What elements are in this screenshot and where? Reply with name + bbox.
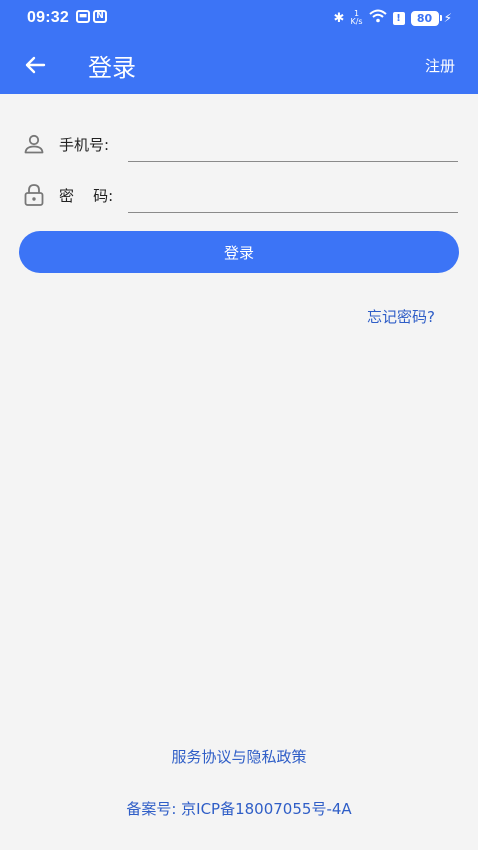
navigation-bar: 登录 注册 <box>0 36 478 94</box>
password-input[interactable] <box>128 177 458 213</box>
back-arrow-icon[interactable] <box>20 50 50 80</box>
speed-unit: K/s <box>350 17 363 26</box>
top-bar: 09:32 ▬ N ✱ 1 K/s ! 80 ⚡ 登录 注册 <box>0 0 478 94</box>
nfc-icon: N <box>93 10 107 23</box>
icp-record: 备案号: 京ICP备18007055号-4A <box>126 800 352 818</box>
wifi-icon <box>368 9 387 27</box>
privacy-agreement-link[interactable]: 服务协议与隐私政策 <box>0 746 478 767</box>
lock-icon <box>22 183 46 207</box>
bluetooth-icon: ✱ <box>333 10 345 26</box>
status-left-icons: ▬ N <box>76 10 107 23</box>
phone-row: 手机号: <box>0 126 478 166</box>
network-speed: 1 K/s <box>350 10 362 26</box>
user-icon <box>22 132 46 156</box>
forgot-password-link[interactable]: 忘记密码? <box>367 306 435 327</box>
login-button[interactable]: 登录 <box>19 231 459 273</box>
status-right-icons: ✱ 1 K/s ! 80 ⚡ <box>334 9 452 27</box>
register-link[interactable]: 注册 <box>425 55 455 76</box>
phone-input[interactable] <box>128 126 458 162</box>
battery-cap <box>439 15 442 21</box>
password-label: 密 码: <box>59 187 114 205</box>
battery-level: 80 <box>410 10 439 26</box>
password-row: 密 码: <box>0 177 478 217</box>
page-title: 登录 <box>88 54 136 82</box>
charging-icon: ⚡ <box>443 11 452 25</box>
phone-label: 手机号: <box>59 136 110 154</box>
battery-icon: 80 ⚡ <box>410 10 452 26</box>
status-time: 09:32 <box>27 9 69 26</box>
alert-icon: ! <box>392 11 405 25</box>
status-bar: 09:32 ▬ N ✱ 1 K/s ! 80 ⚡ <box>0 0 478 36</box>
message-icon: ▬ <box>76 10 90 23</box>
